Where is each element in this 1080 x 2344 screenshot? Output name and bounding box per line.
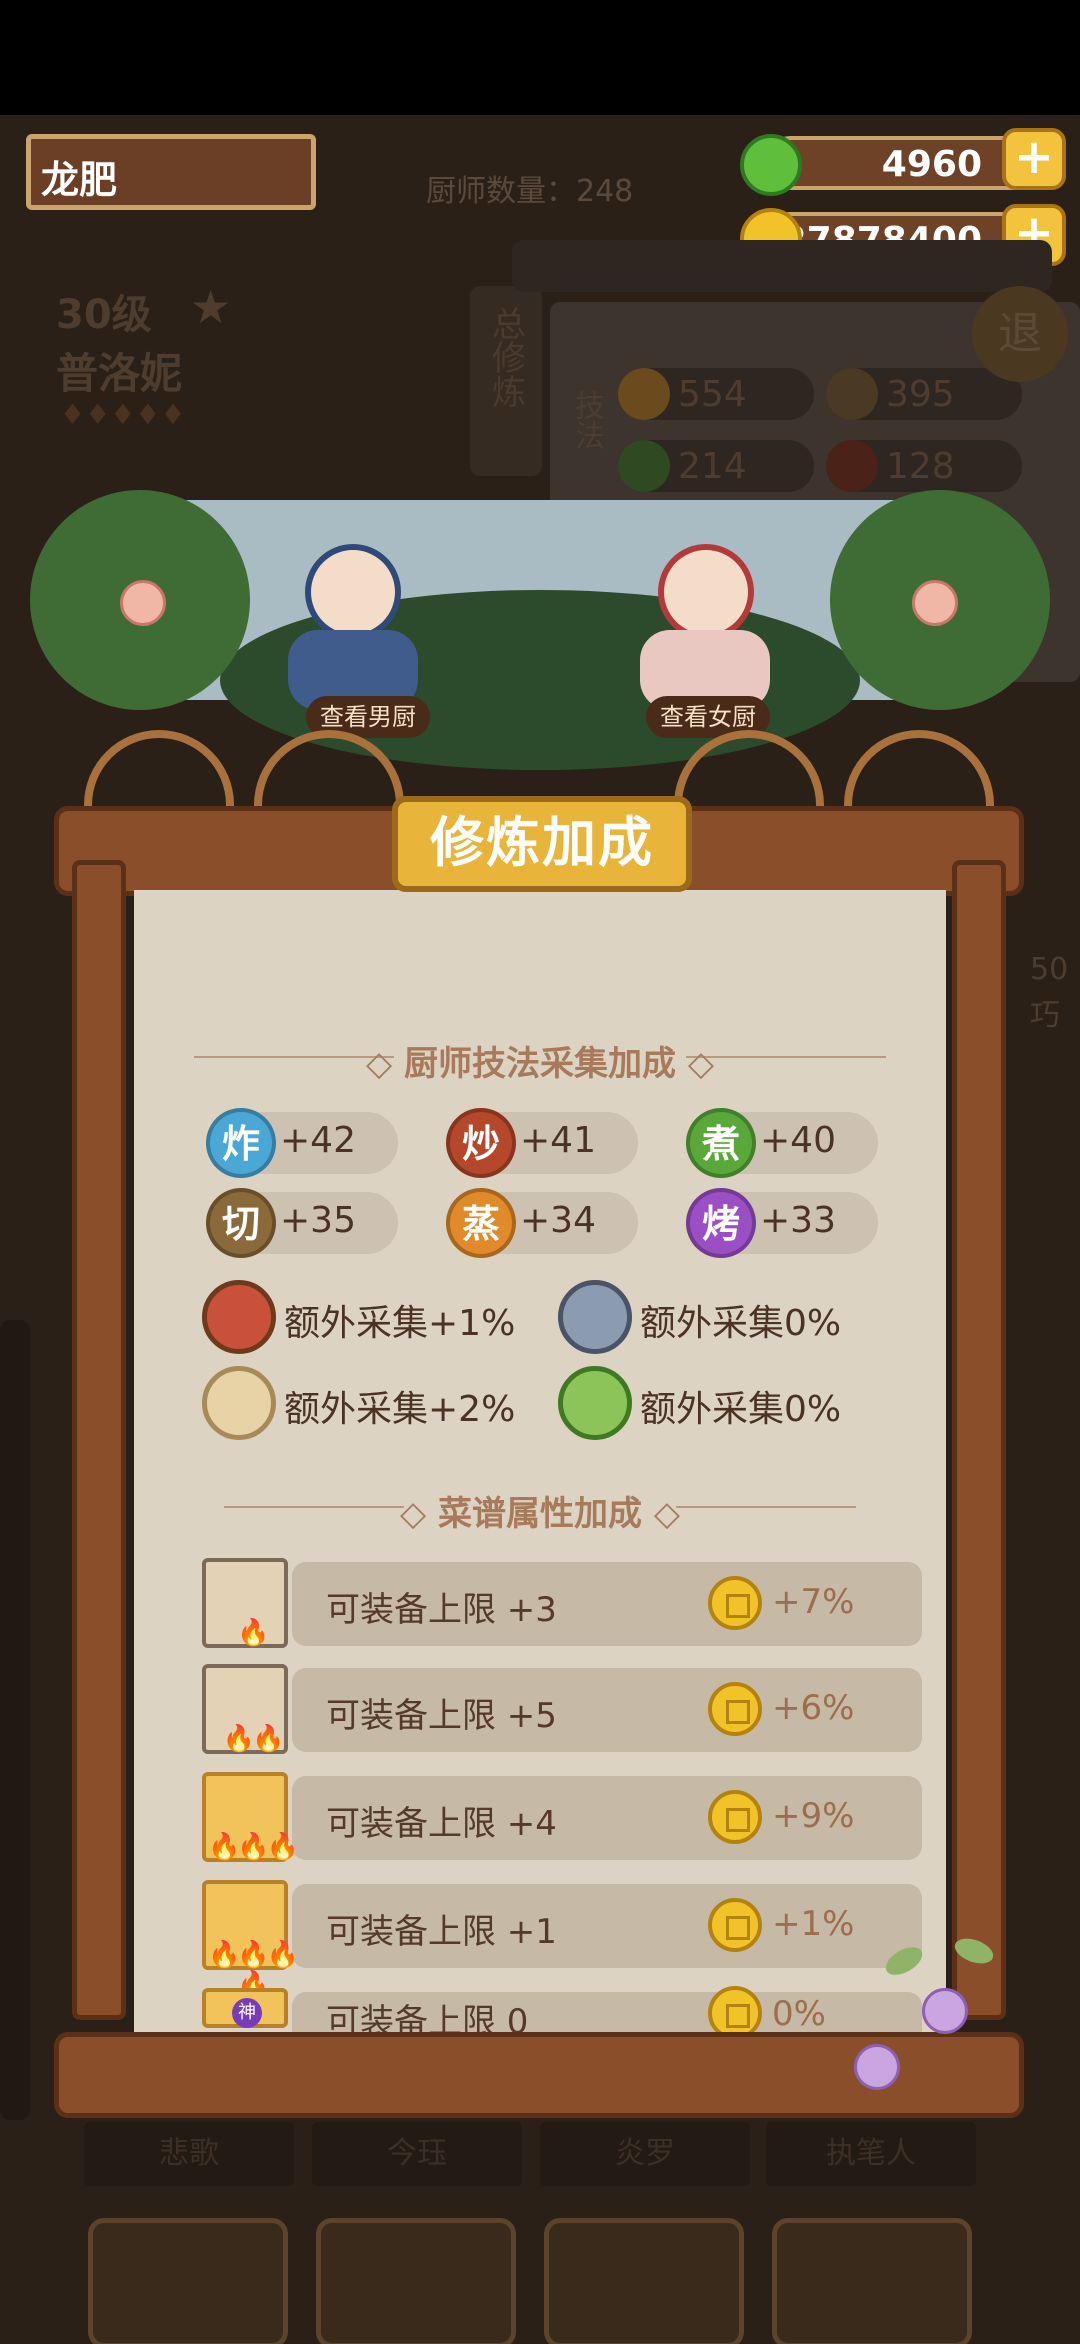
coin-icon [708, 1898, 762, 1952]
flame-icon: 🔥 [237, 1618, 269, 1648]
extra-collect-text: 额外采集0% [640, 1389, 842, 1430]
bg-right-number: 50 [1030, 952, 1069, 987]
add-jade-button[interactable]: + [1002, 128, 1066, 190]
fry-icon: 炸 [206, 1108, 276, 1178]
chef-card[interactable] [88, 2218, 288, 2344]
player-name: 龙肥 [41, 158, 118, 202]
recipe-bonus-row: 🔥🔥🔥🔥 可装备上限 +1 +1% [202, 1880, 922, 2000]
skill-bonus-roast: 烤 +33 [686, 1188, 878, 1258]
bg-right-label: 巧 [1030, 998, 1060, 1033]
recipe-bonus-row: 🔥 可装备上限 +3 +7% [202, 1558, 922, 1648]
steam-icon: 蒸 [446, 1188, 516, 1258]
bg-left-edge [0, 1320, 30, 2120]
meat-icon [202, 1280, 276, 1354]
skills-label: 技法 [569, 390, 604, 450]
skill-bonus-value: +35 [280, 1200, 356, 1241]
bottom-tab[interactable]: 今珏 [312, 2122, 522, 2186]
flower-icon [922, 1988, 968, 2034]
skill-bonus-fry: 炸 +42 [206, 1108, 398, 1178]
exit-button[interactable]: 退 [972, 286, 1068, 382]
skill-bonus-section-title: ◇ 厨师技法采集加成 ◇ [366, 1044, 714, 1084]
frame-right-post [952, 860, 1006, 2020]
cut-icon: 切 [206, 1188, 276, 1258]
bottom-tab[interactable]: 炎罗 [540, 2122, 750, 2186]
vegetable-icon [558, 1366, 632, 1440]
skill-bonus-value: +34 [520, 1200, 596, 1241]
equip-limit-label: 可装备上限 +4 [326, 1804, 557, 1844]
skill-bonus-stir-fry: 炒 +41 [446, 1108, 638, 1178]
recipe-bonus-section-title: ◇ 菜谱属性加成 ◇ [400, 1494, 680, 1534]
skill-bonus-value: +40 [760, 1120, 836, 1161]
coin-icon [708, 1682, 762, 1736]
skill-bonus-value: +42 [280, 1120, 356, 1161]
equip-limit-label: 可装备上限 +5 [326, 1696, 557, 1736]
chef-card[interactable] [316, 2218, 516, 2344]
chef-rarity-flames: ♦♦♦♦♦ [60, 398, 186, 431]
coin-bonus-pct: +6% [772, 1688, 855, 1728]
background-top-bar [512, 240, 1052, 292]
training-bonus-panel: ◇ 厨师技法采集加成 ◇ 炸 +42 炒 +41 煮 +40 切 +35 蒸 +… [54, 730, 1024, 2120]
star-icon: ★ [190, 280, 232, 334]
roast-icon: 烤 [686, 1188, 756, 1258]
flame-icon: 🔥🔥 [222, 1724, 285, 1754]
fish-icon [558, 1280, 632, 1354]
coin-bonus-pct: +7% [772, 1582, 855, 1622]
chef-count: 厨师数量：248 [426, 174, 634, 209]
chef-name: 普洛妮 [56, 349, 183, 398]
skill-bonus-cut: 切 +35 [206, 1188, 398, 1258]
recipe-bonus-row: 神 可装备上限 0 0% [202, 1986, 922, 2042]
bottom-tab[interactable]: 悲歌 [84, 2122, 294, 2186]
blossom-icon [120, 580, 166, 626]
coin-icon [708, 1790, 762, 1844]
coin-icon [708, 1576, 762, 1630]
jade-value: 4960 [881, 144, 982, 185]
jade-icon [740, 134, 802, 196]
chef-card[interactable] [544, 2218, 744, 2344]
skill-bonus-value: +41 [520, 1120, 596, 1161]
extra-collect-text: 额外采集0% [640, 1303, 842, 1344]
female-chef-avatar[interactable] [658, 544, 754, 640]
divine-badge-icon: 神 [232, 1998, 262, 2028]
coin-bonus-pct: +1% [772, 1904, 855, 1944]
stir-fry-icon: 炒 [446, 1108, 516, 1178]
boil-icon: 煮 [686, 1108, 756, 1178]
flower-icon [854, 2044, 900, 2090]
skill-bonus-value: +33 [760, 1200, 836, 1241]
equip-limit-label: 可装备上限 +1 [326, 1912, 557, 1952]
blossom-icon [912, 580, 958, 626]
total-training-tab[interactable]: 总修炼 [470, 286, 542, 476]
extra-collect-text: 额外采集+1% [284, 1303, 516, 1344]
recipe-bonus-row: 🔥🔥🔥 可装备上限 +4 +9% [202, 1772, 922, 1862]
panel-title: 修炼加成 [392, 796, 692, 892]
coin-bonus-pct: +9% [772, 1796, 855, 1836]
coin-bonus-pct: 0% [772, 1994, 826, 2034]
extra-collect-text: 额外采集+2% [284, 1389, 516, 1430]
chef-level: 30级 [56, 292, 152, 338]
male-chef-avatar[interactable] [305, 544, 401, 640]
player-name-box[interactable]: 龙肥 [26, 134, 316, 210]
frame-left-post [72, 860, 126, 2020]
recipe-bonus-row: 🔥🔥 可装备上限 +5 +6% [202, 1664, 922, 1754]
total-training-tab-label: 总修炼 [485, 306, 526, 408]
skill-bonus-boil: 煮 +40 [686, 1108, 878, 1178]
flour-icon [202, 1366, 276, 1440]
equip-limit-label: 可装备上限 +3 [326, 1590, 557, 1630]
chef-card[interactable] [772, 2218, 972, 2344]
flame-icon: 🔥🔥🔥 [207, 1832, 299, 1862]
bottom-tab[interactable]: 执笔人 [766, 2122, 976, 2186]
status-bar-area [0, 0, 1080, 115]
bg-stat-chip: 395 [826, 368, 1022, 420]
bg-stat-chip: 554 [618, 368, 814, 420]
panel-paper: ◇ 厨师技法采集加成 ◇ 炸 +42 炒 +41 煮 +40 切 +35 蒸 +… [134, 890, 946, 2042]
skill-bonus-steam: 蒸 +34 [446, 1188, 638, 1258]
